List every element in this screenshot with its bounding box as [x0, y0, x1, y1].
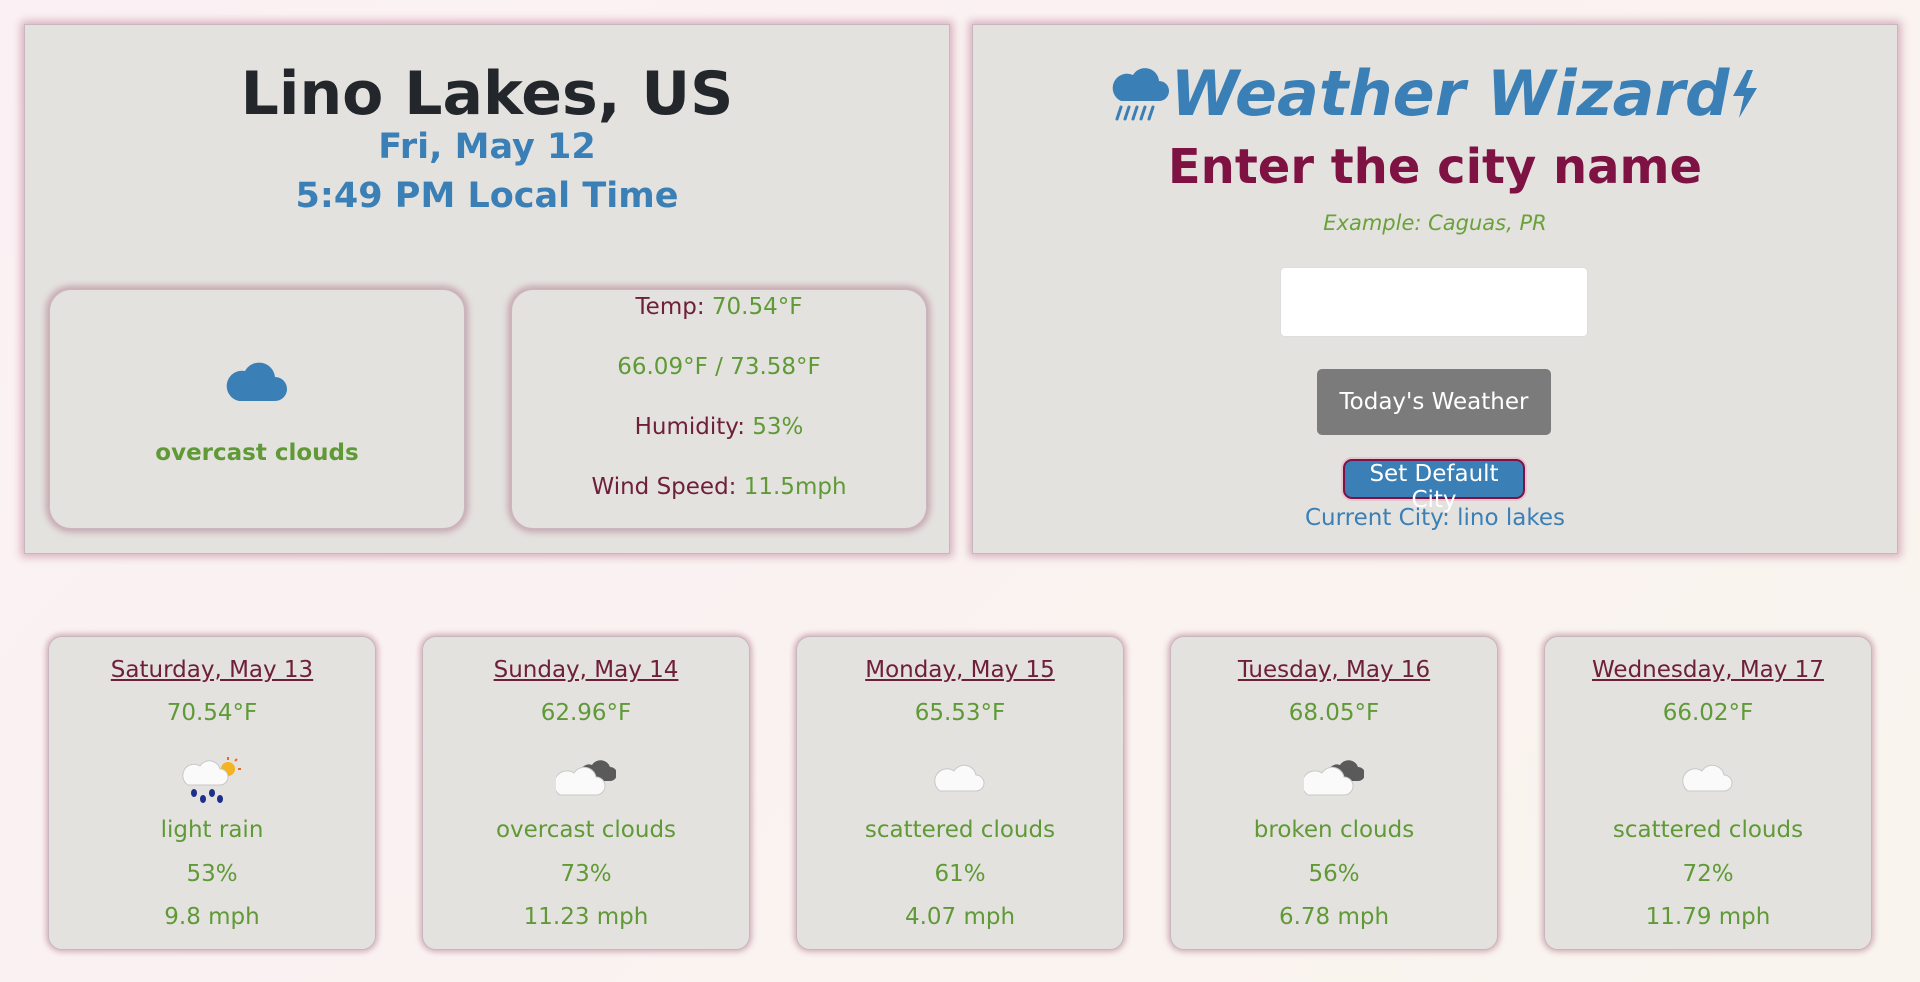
forecast-wind: 9.8 mph	[164, 904, 260, 930]
lightning-icon	[1733, 69, 1758, 118]
forecast-desc: scattered clouds	[1612, 817, 1804, 843]
forecast-card: Tuesday, May 16 68.05°F broken clouds 56…	[1170, 636, 1498, 950]
forecast-wind: 4.07 mph	[904, 904, 1016, 930]
condition-card: overcast clouds	[49, 289, 465, 529]
enter-city-title: Enter the city name	[1167, 139, 1703, 195]
todays-weather-button[interactable]: Today's Weather	[1317, 369, 1551, 435]
forecast-wind: 6.78 mph	[1278, 904, 1390, 930]
scattered-clouds-icon	[934, 764, 985, 792]
condition-text: overcast clouds	[155, 440, 359, 466]
city-title: Lino Lakes, US	[240, 59, 734, 129]
city-input[interactable]	[1280, 267, 1588, 337]
cloud-icon	[226, 362, 287, 401]
stats-card: Temp: 70.54°F 66.09°F / 73.58°F Humidity…	[511, 289, 927, 529]
wind-value: 11.5mph	[743, 474, 847, 500]
forecast-card: Sunday, May 14 62.96°F overcast clouds 7…	[422, 636, 750, 950]
forecast-card: Saturday, May 13 70.54°F light rain 53% …	[48, 636, 376, 950]
forecast-date: Monday, May 15	[865, 657, 1055, 683]
wind-line: Wind Speed: 11.5mph	[512, 474, 926, 500]
forecast-temp: 66.02°F	[1662, 700, 1754, 726]
temp-value: 70.54°F	[711, 294, 803, 320]
search-panel: Weather Wizard Enter the city name Examp…	[972, 24, 1898, 554]
forecast-desc: scattered clouds	[864, 817, 1056, 843]
forecast-humidity: 53%	[186, 861, 238, 887]
humidity-value: 53%	[752, 414, 804, 440]
light-rain-icon	[182, 757, 241, 803]
forecast-temp: 70.54°F	[166, 700, 258, 726]
forecast-desc: light rain	[160, 817, 264, 843]
temp-label: Temp:	[635, 294, 712, 320]
forecast-humidity: 61%	[934, 861, 986, 887]
cloud-rain-icon	[1112, 67, 1169, 120]
brand-header: Weather Wizard	[973, 57, 1897, 137]
forecast-card: Wednesday, May 17 66.02°F scattered clou…	[1544, 636, 1872, 950]
forecast-humidity: 72%	[1682, 861, 1734, 887]
forecast-date: Sunday, May 14	[493, 657, 679, 683]
scattered-clouds-icon	[1682, 764, 1733, 792]
humidity-line: Humidity: 53%	[512, 414, 926, 440]
temp-range: 66.09°F / 73.58°F	[617, 354, 821, 380]
overcast-clouds-icon	[556, 760, 616, 796]
forecast-temp: 62.96°F	[540, 700, 632, 726]
forecast-wind: 11.23 mph	[523, 904, 649, 930]
forecast-temp: 65.53°F	[914, 700, 1006, 726]
forecast-humidity: 56%	[1308, 861, 1360, 887]
forecast-date: Saturday, May 13	[110, 657, 314, 683]
current-weather-panel: Lino Lakes, US Fri, May 12 5:49 PM Local…	[24, 24, 950, 554]
forecast-date: Wednesday, May 17	[1592, 657, 1824, 683]
wind-label: Wind Speed:	[591, 474, 744, 500]
example-text: Example: Caguas, PR	[1323, 211, 1547, 235]
current-city-text: Current City: lino lakes	[1304, 505, 1566, 531]
forecast-desc: overcast clouds	[495, 817, 677, 843]
broken-clouds-icon	[1304, 760, 1364, 796]
forecast-humidity: 73%	[560, 861, 612, 887]
forecast-card: Monday, May 15 65.53°F scattered clouds …	[796, 636, 1124, 950]
forecast-wind: 11.79 mph	[1645, 904, 1771, 930]
forecast-temp: 68.05°F	[1288, 700, 1380, 726]
forecast-desc: broken clouds	[1253, 817, 1415, 843]
local-time: 5:49 PM Local Time	[295, 176, 679, 216]
humidity-label: Humidity:	[634, 414, 753, 440]
set-default-city-button[interactable]: Set Default City	[1343, 459, 1525, 513]
temp-line: Temp: 70.54°F	[512, 294, 926, 320]
current-date: Fri, May 12	[378, 127, 596, 167]
forecast-date: Tuesday, May 16	[1237, 657, 1431, 683]
brand-title: Weather Wizard	[1170, 57, 1730, 130]
